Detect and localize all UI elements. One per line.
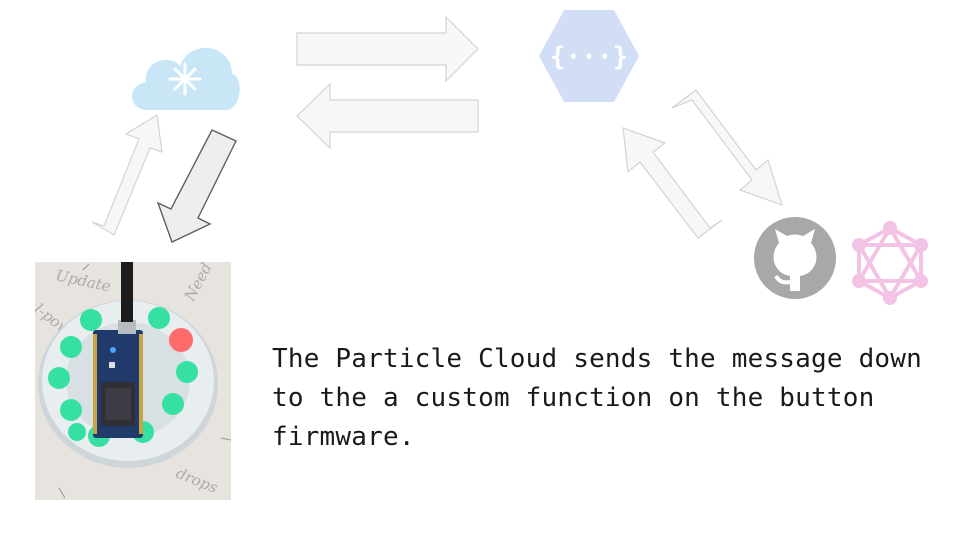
github-icon <box>754 217 836 299</box>
arrow-function-to-cloud <box>296 82 479 150</box>
slide-caption: The Particle Cloud sends the message dow… <box>272 344 922 452</box>
button-device-photo: Update l-power Need drops <box>35 262 231 500</box>
svg-text:{···}: {···} <box>550 42 628 72</box>
arrow-cloud-to-function <box>296 15 479 83</box>
particle-cloud-icon <box>131 47 240 110</box>
arrow-cloud-to-device <box>156 129 237 243</box>
arrow-function-to-github <box>671 89 783 206</box>
graphql-icon <box>852 221 928 305</box>
arrow-github-to-function <box>622 127 723 239</box>
arrow-device-to-cloud <box>91 114 163 236</box>
cloud-functions-icon: {···} <box>539 10 639 102</box>
